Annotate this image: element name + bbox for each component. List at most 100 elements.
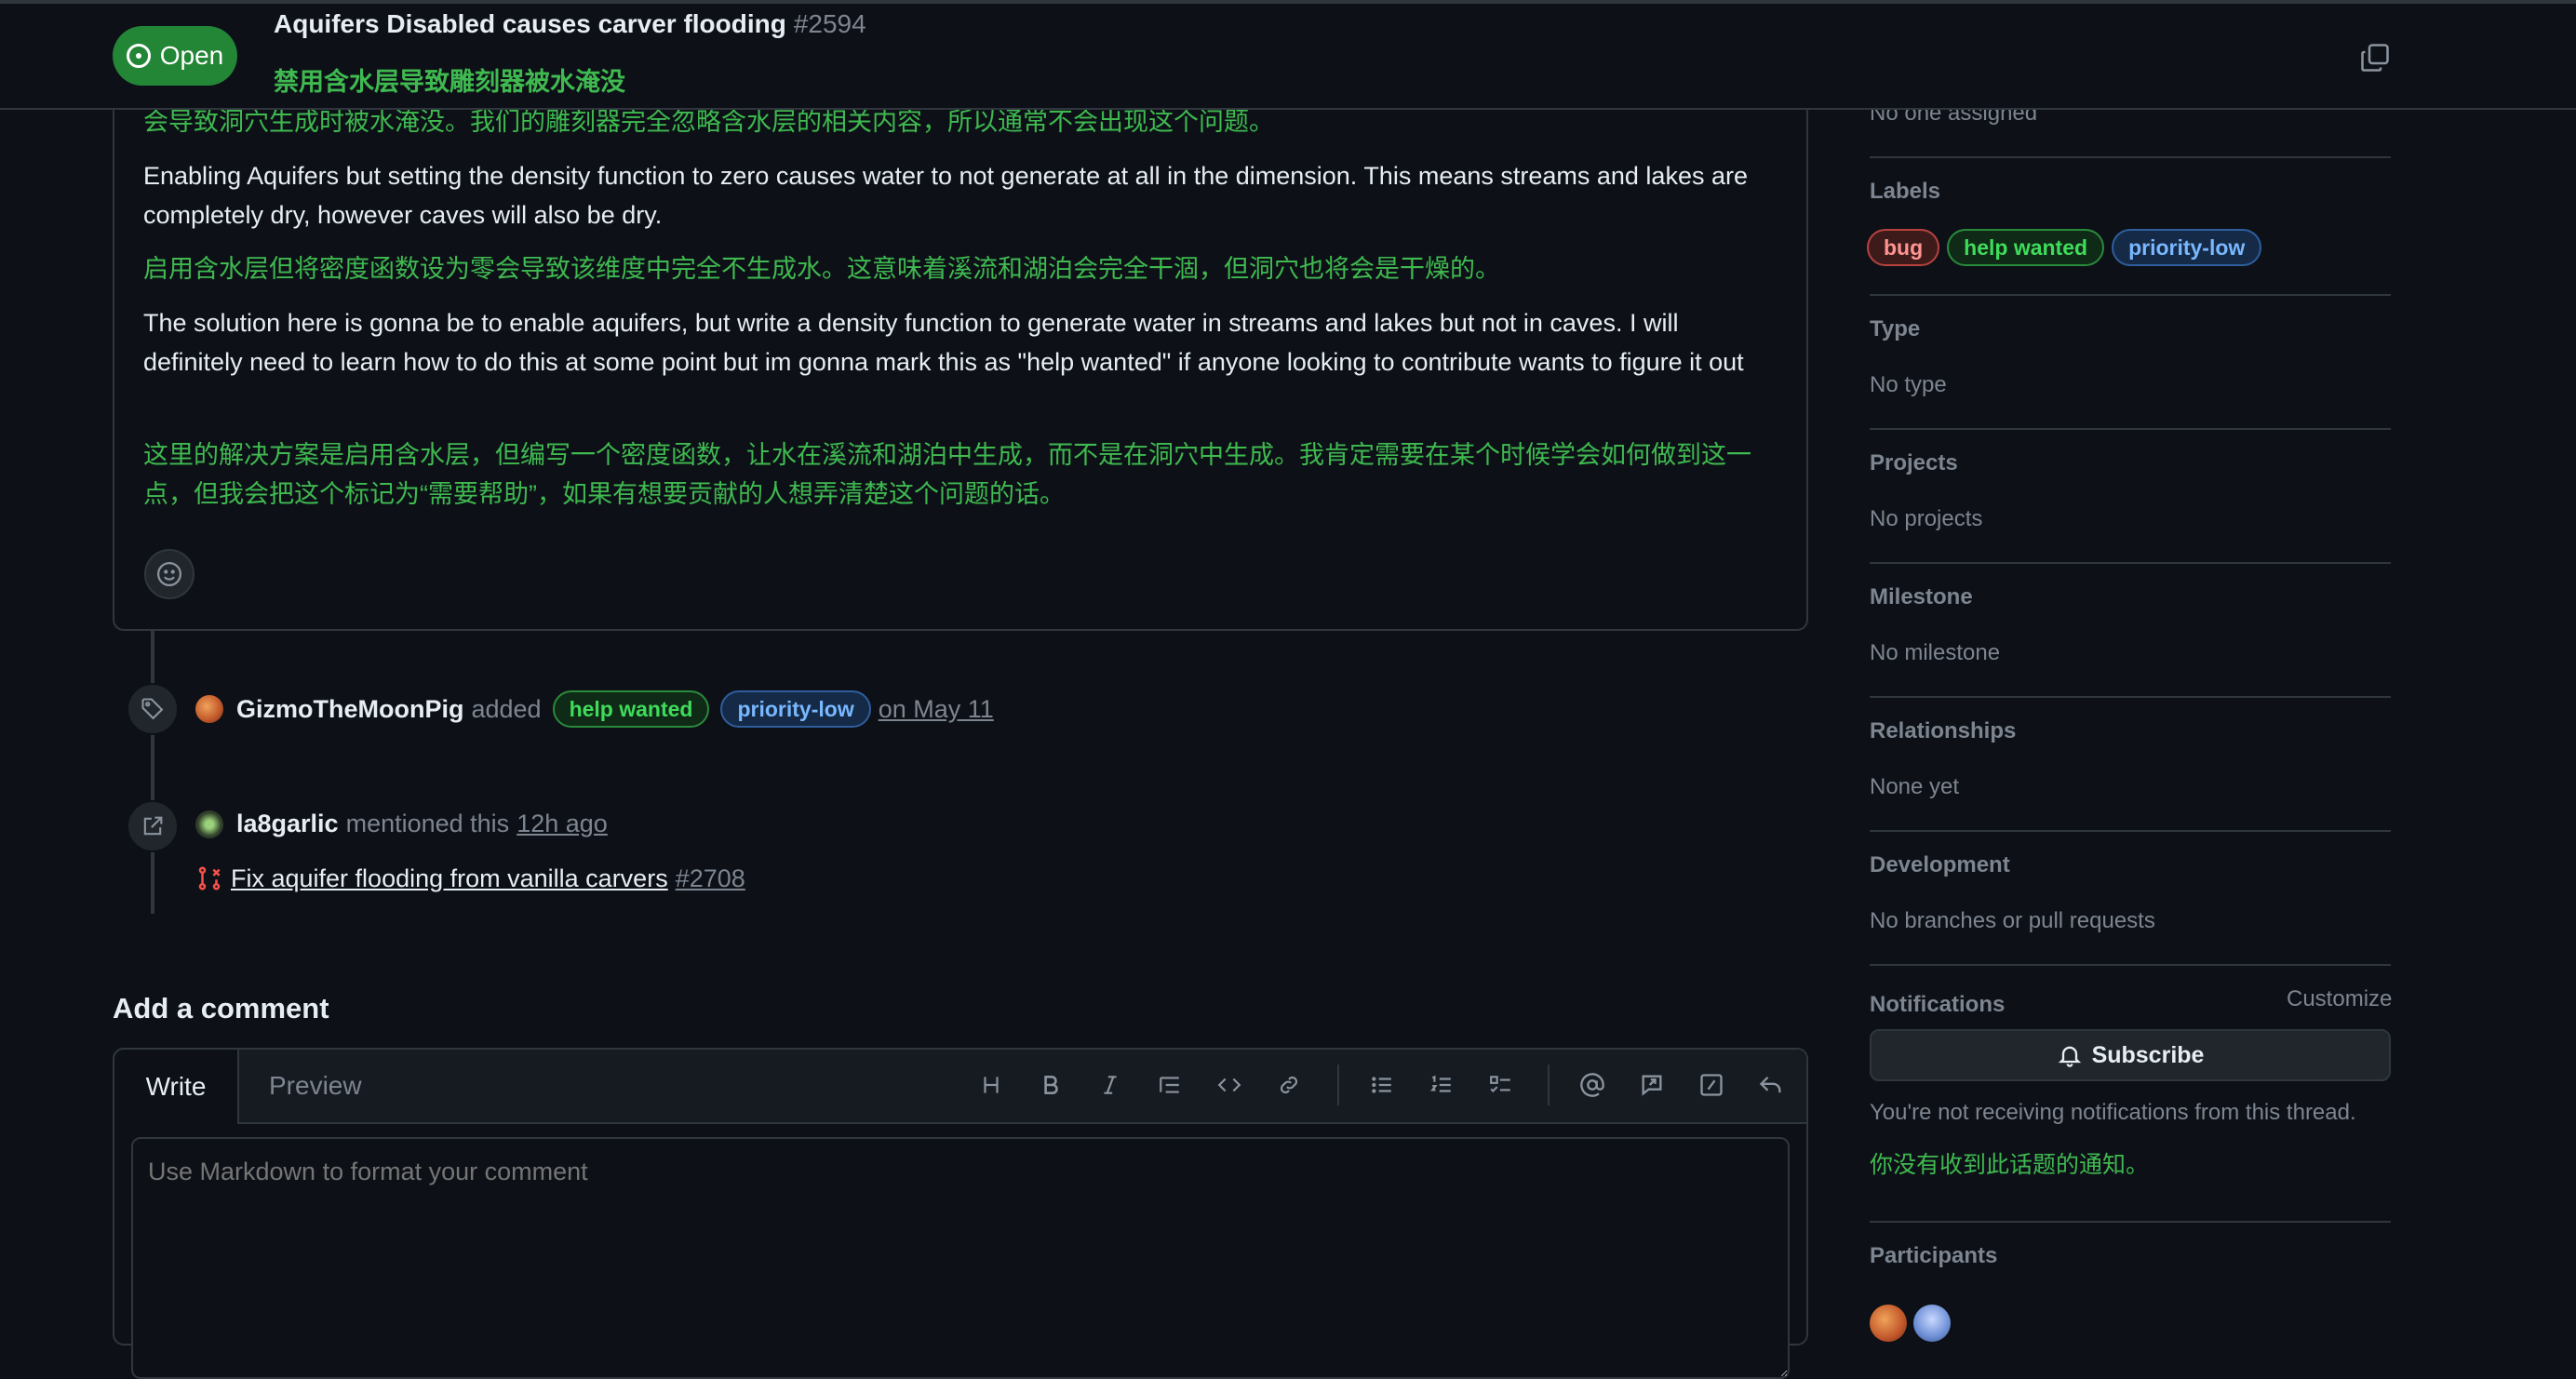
issue-open-icon (126, 44, 151, 68)
unordered-list-icon (1372, 1077, 1391, 1093)
relationships-value: None yet (1870, 774, 1960, 799)
tab-preview[interactable]: Preview (269, 1050, 362, 1122)
label-help-wanted[interactable]: help wanted (552, 690, 710, 728)
projects-heading[interactable]: Projects (1870, 450, 1958, 476)
customize-notifications-link[interactable]: Customize (2287, 986, 2392, 1012)
issue-state-label: Open (159, 41, 224, 70)
mention-event: la8garlic mentioned this 12h ago (195, 810, 608, 838)
sidebar-divider (1870, 830, 2391, 832)
link-button[interactable] (1272, 1068, 1306, 1102)
ordered-list-icon (1430, 1075, 1451, 1092)
issue-title-translation: 禁用含水层导致雕刻器被水淹没 (274, 68, 625, 96)
label-priority-low[interactable]: priority-low (720, 690, 871, 728)
avatar[interactable] (195, 695, 223, 723)
participant-avatar[interactable] (1870, 1305, 1907, 1342)
avatar[interactable] (195, 810, 223, 838)
mention-button[interactable] (1576, 1068, 1609, 1102)
comment-paragraph-zh-3: 这里的解决方案是启用含水层，但编写一个密度函数，让水在溪流和湖泊中生成，而不是在… (143, 441, 1751, 508)
sidebar-divider (1870, 1221, 2391, 1223)
referenced-pr: Fix aquifer flooding from vanilla carver… (195, 864, 745, 893)
unordered-list-button[interactable] (1365, 1068, 1399, 1102)
toolbar-divider (1337, 1064, 1339, 1105)
cross-reference-icon (143, 816, 163, 836)
subscribe-button[interactable]: Subscribe (1870, 1029, 2391, 1081)
at-sign-icon (1580, 1073, 1604, 1097)
italic-button[interactable] (1093, 1068, 1127, 1102)
milestone-value: No milestone (1870, 640, 2001, 665)
task-list-button[interactable] (1484, 1068, 1518, 1102)
pull-request-closed-icon (198, 866, 221, 890)
heading-button[interactable] (974, 1068, 1008, 1102)
timeline-line (151, 631, 154, 914)
event-user-link[interactable]: la8garlic (236, 810, 339, 838)
label-priority-low[interactable]: priority-low (2112, 229, 2262, 266)
participant-avatar[interactable] (1913, 1305, 1951, 1342)
tab-write[interactable]: Write (113, 1048, 239, 1124)
development-heading[interactable]: Development (1870, 852, 2010, 878)
cross-reference-icon (1642, 1075, 1662, 1096)
pr-number-link[interactable]: #2708 (676, 864, 745, 893)
participants-heading: Participants (1870, 1243, 1998, 1268)
label-help-wanted[interactable]: help wanted (1947, 229, 2105, 266)
link-icon (1280, 1076, 1298, 1094)
issue-title: Aquifers Disabled causes carver flooding… (274, 9, 866, 39)
bold-icon (1044, 1076, 1058, 1094)
slash-command-button[interactable] (1695, 1068, 1728, 1102)
copy-button[interactable] (2358, 41, 2392, 74)
quote-icon (1160, 1077, 1179, 1093)
sidebar-divider (1870, 428, 2391, 430)
smiley-icon (157, 562, 181, 586)
issue-state-badge: Open (113, 26, 237, 86)
italic-icon (1104, 1076, 1117, 1094)
pr-title-link[interactable]: Fix aquifer flooding from vanilla carver… (231, 864, 668, 893)
comment-paragraph-en-2: The solution here is gonna be to enable … (143, 309, 1744, 376)
mention-event-badge (127, 800, 179, 852)
heading-icon (984, 1077, 999, 1093)
add-comment-heading: Add a comment (113, 992, 329, 1024)
add-reaction-button[interactable] (144, 549, 195, 599)
task-list-icon (1490, 1076, 1510, 1093)
notifications-status-translation: 你没有收到此话题的通知。 (1870, 1152, 2150, 1178)
label-bug[interactable]: bug (1867, 229, 1940, 266)
code-button[interactable] (1213, 1068, 1246, 1102)
milestone-heading[interactable]: Milestone (1870, 584, 1973, 610)
sidebar-divider (1870, 696, 2391, 698)
relationships-heading[interactable]: Relationships (1870, 718, 2016, 744)
quote-button[interactable] (1153, 1068, 1187, 1102)
sidebar-divider (1870, 294, 2391, 296)
comment-paragraph-zh-2: 启用含水层但将密度函数设为零会导致该维度中完全不生成水。这意味着溪流和湖泊会完全… (143, 255, 1500, 283)
sidebar-divider (1870, 562, 2391, 564)
label-event-badge (127, 683, 179, 735)
saved-replies-button[interactable] (1754, 1068, 1788, 1102)
label-event: GizmoTheMoonPig added help wanted priori… (195, 690, 994, 728)
labels-heading[interactable]: Labels (1870, 179, 1940, 205)
code-icon (1217, 1078, 1241, 1092)
cross-reference-button[interactable] (1635, 1068, 1669, 1102)
subscribe-label: Subscribe (2091, 1041, 2205, 1068)
event-time-link[interactable]: 12h ago (517, 810, 608, 838)
reply-icon (1759, 1077, 1781, 1093)
sidebar-divider (1870, 156, 2391, 158)
issue-title-text: Aquifers Disabled causes carver flooding (274, 9, 786, 38)
event-action: mentioned this (345, 810, 510, 837)
bell-icon (2058, 1046, 2081, 1067)
ordered-list-button[interactable] (1425, 1068, 1458, 1102)
event-user-link[interactable]: GizmoTheMoonPig (236, 695, 463, 724)
bold-button[interactable] (1034, 1068, 1067, 1102)
sticky-issue-header: Open Aquifers Disabled causes carver flo… (0, 4, 2576, 110)
notifications-heading: Notifications (1870, 992, 2006, 1017)
type-heading[interactable]: Type (1870, 316, 1920, 342)
event-date-link[interactable]: on May 11 (879, 695, 994, 724)
development-value: No branches or pull requests (1870, 908, 2155, 933)
toolbar-divider (1548, 1064, 1550, 1105)
sidebar-divider (1870, 964, 2391, 966)
comment-paragraph-en-1: Enabling Aquifers but setting the densit… (143, 162, 1748, 229)
comment-textarea[interactable] (131, 1137, 1790, 1379)
issue-number: #2594 (793, 9, 866, 38)
sidebar-labels: bug help wanted priority-low (1867, 229, 2262, 266)
slash-icon (1700, 1074, 1723, 1096)
type-value: No type (1870, 372, 1947, 397)
tag-icon (141, 698, 164, 720)
event-action: added (471, 694, 542, 723)
projects-value: No projects (1870, 506, 1983, 531)
